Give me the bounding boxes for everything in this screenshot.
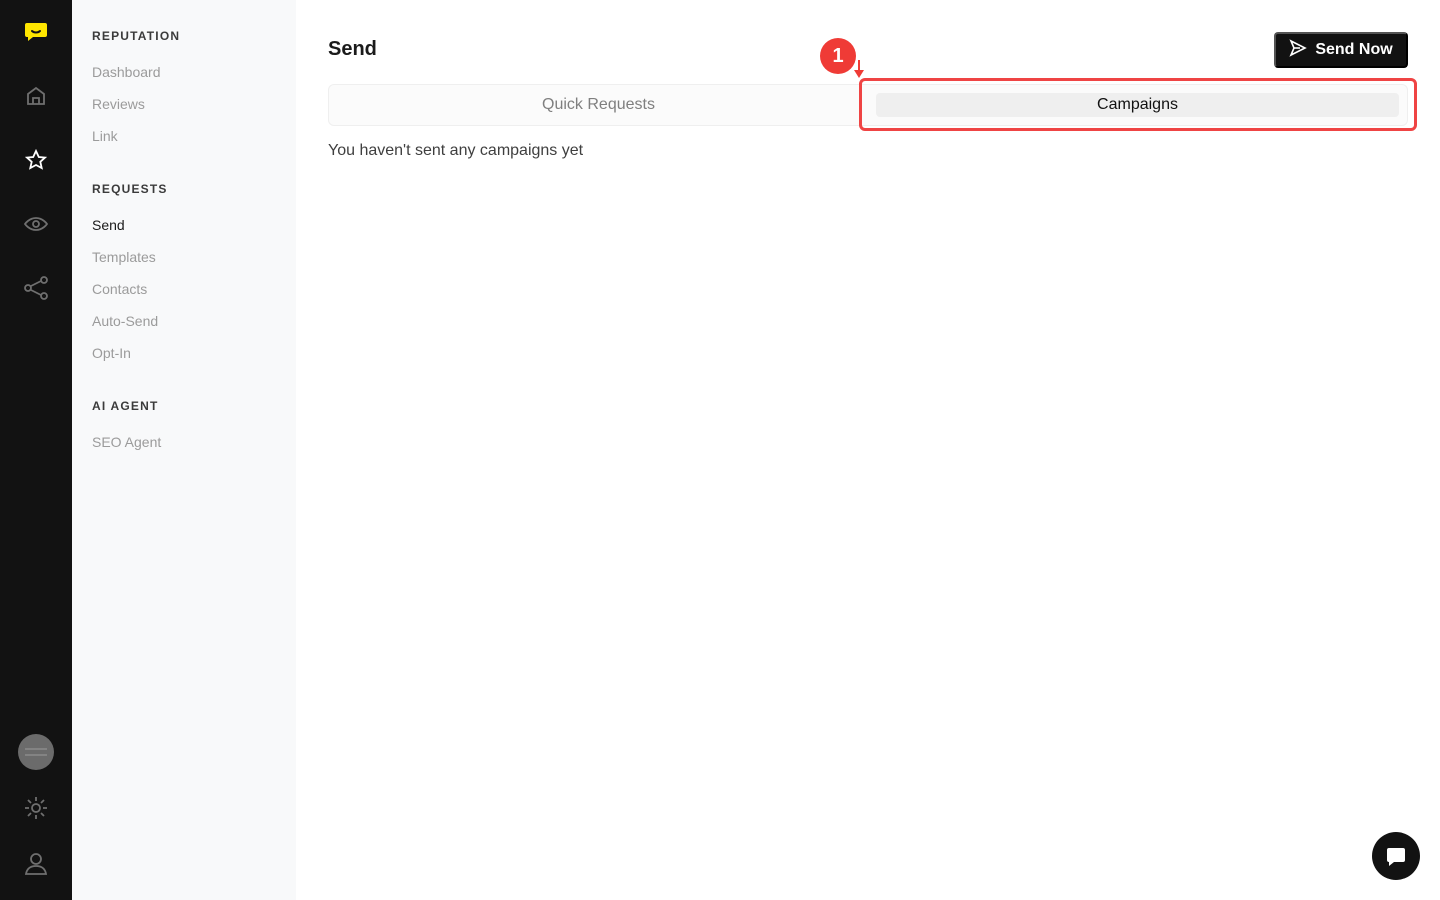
home-icon[interactable]	[18, 78, 54, 114]
avatar-image	[25, 748, 47, 756]
tab-campaigns[interactable]: Campaigns	[868, 85, 1407, 125]
send-now-button[interactable]: Send Now	[1274, 32, 1408, 68]
sidebar-item-opt-in[interactable]: Opt-In	[92, 341, 296, 373]
section-reputation: REPUTATION Dashboard Reviews Link	[92, 28, 296, 156]
sidebar-item-link[interactable]: Link	[92, 124, 296, 156]
section-ai-agent: AI AGENT SEO Agent	[92, 398, 296, 462]
user-icon[interactable]	[18, 846, 54, 882]
avatar[interactable]	[18, 734, 54, 770]
send-now-label: Send Now	[1315, 41, 1393, 58]
tabs: Quick Requests Campaigns	[328, 84, 1408, 126]
annotation-arrowhead	[854, 70, 864, 78]
chat-logo-icon[interactable]	[18, 14, 54, 50]
chat-launcher-button[interactable]	[1372, 832, 1420, 880]
sidebar-item-seo-agent[interactable]: SEO Agent	[92, 430, 296, 462]
sidebar-item-auto-send[interactable]: Auto-Send	[92, 309, 296, 341]
tab-label: Campaigns	[876, 93, 1399, 117]
sidebar-item-contacts[interactable]: Contacts	[92, 277, 296, 309]
tab-quick-requests[interactable]: Quick Requests	[329, 85, 868, 125]
sidebar-item-send[interactable]: Send	[92, 213, 296, 245]
page-title: Send	[328, 38, 377, 60]
star-icon[interactable]	[18, 142, 54, 178]
tab-label: Quick Requests	[542, 96, 655, 113]
section-title: REQUESTS	[92, 182, 168, 196]
section-requests: REQUESTS Send Templates Contacts Auto-Se…	[92, 181, 296, 373]
secondary-sidebar: REPUTATION Dashboard Reviews Link REQUES…	[72, 0, 296, 900]
send-icon	[1289, 38, 1308, 62]
main-content: Send Send Now Quick Requests Campaigns Y…	[296, 0, 1440, 900]
sidebar-item-reviews[interactable]: Reviews	[92, 92, 296, 124]
annotation-badge: 1	[820, 38, 856, 74]
app-root: REPUTATION Dashboard Reviews Link REQUES…	[0, 0, 1440, 900]
section-title: REPUTATION	[92, 29, 181, 43]
chat-bubble-icon	[1387, 848, 1405, 866]
sidebar-item-dashboard[interactable]: Dashboard	[92, 60, 296, 92]
icon-rail	[0, 0, 72, 900]
empty-state-message: You haven't sent any campaigns yet	[328, 142, 584, 159]
eye-icon[interactable]	[18, 206, 54, 242]
sidebar-item-templates[interactable]: Templates	[92, 245, 296, 277]
share-icon[interactable]	[18, 270, 54, 306]
section-title: AI AGENT	[92, 399, 159, 413]
gear-icon[interactable]	[18, 790, 54, 826]
